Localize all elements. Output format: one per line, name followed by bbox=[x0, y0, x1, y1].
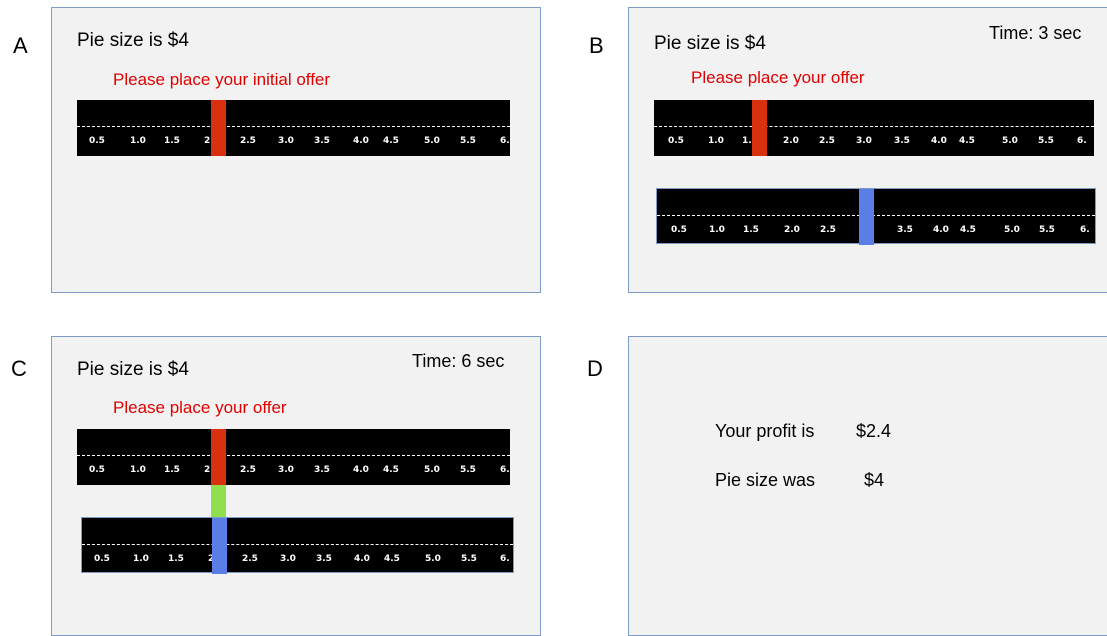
tick-label: 4.5 bbox=[959, 136, 975, 146]
slider-dashdot-line bbox=[77, 455, 510, 456]
offer-prompt: Please place your offer bbox=[691, 68, 865, 87]
tick-label: 4.5 bbox=[383, 136, 399, 146]
pie-size-label: Pie size was bbox=[715, 470, 816, 490]
tick-label: 4.5 bbox=[960, 225, 976, 235]
offer-handle[interactable] bbox=[752, 100, 767, 156]
slider-dashdot-line bbox=[657, 215, 1095, 216]
match-connector bbox=[211, 485, 226, 517]
offer-slider[interactable]: 0.5 1.0 1.5 2. 2.5 3.0 3.5 4.0 4.5 5.0 5… bbox=[77, 429, 510, 485]
tick-label: 3.0 bbox=[856, 136, 872, 146]
offer-prompt: Please place your initial offer bbox=[113, 70, 331, 89]
tick-label: 0.5 bbox=[89, 465, 105, 475]
tick-label: 3.5 bbox=[894, 136, 910, 146]
tick-label: 3.5 bbox=[316, 554, 332, 564]
slider-dashdot-line bbox=[77, 126, 510, 127]
tick-label: 3.0 bbox=[278, 465, 294, 475]
tick-label: 1.5 bbox=[168, 554, 184, 564]
profit-label: Your profit is bbox=[715, 421, 815, 441]
counter-offer-handle[interactable] bbox=[212, 518, 227, 574]
tick-label: 1.5 bbox=[164, 465, 180, 475]
tick-label: 0.5 bbox=[671, 225, 687, 235]
tick-label: 5.0 bbox=[424, 465, 440, 475]
tick-label: 2.5 bbox=[819, 136, 835, 146]
panel-letter-b: B bbox=[589, 33, 604, 58]
tick-label: 4.5 bbox=[384, 554, 400, 564]
tick-label: 6. bbox=[1080, 225, 1090, 235]
tick-label: 5.0 bbox=[1002, 136, 1018, 146]
tick-label: 6. bbox=[1077, 136, 1087, 146]
tick-label: 1.0 bbox=[130, 136, 146, 146]
tick-label: 5.5 bbox=[460, 136, 476, 146]
counter-offer-handle[interactable] bbox=[859, 189, 874, 245]
profit-value: $2.4 bbox=[856, 421, 892, 441]
counter-offer-slider[interactable]: 0.5 1.0 1.5 2 2.5 3.0 3.5 4.0 4.5 5.0 5.… bbox=[81, 517, 514, 574]
tick-label: 4.0 bbox=[353, 136, 369, 146]
tick-label: 6. bbox=[500, 136, 510, 146]
tick-label: 6. bbox=[500, 465, 510, 475]
tick-label: 2.0 bbox=[784, 225, 800, 235]
tick-label: 1.0 bbox=[133, 554, 149, 564]
tick-label: 2.5 bbox=[242, 554, 258, 564]
tick-label: 1.0 bbox=[708, 136, 724, 146]
tick-label: 0.5 bbox=[89, 136, 105, 146]
slider-dashdot-line bbox=[654, 126, 1094, 127]
tick-label: 4.5 bbox=[383, 465, 399, 475]
tick-label: 0.5 bbox=[94, 554, 110, 564]
screen-d: Your profit is $2.4 Pie size was $4 bbox=[628, 336, 1107, 636]
tick-label: 5.0 bbox=[1004, 225, 1020, 235]
timer-text: Time: 6 sec bbox=[412, 351, 505, 371]
screen-c: Pie size is $4 Please place your offer T… bbox=[51, 336, 541, 636]
tick-label: 5.0 bbox=[425, 554, 441, 564]
tick-label: 3.5 bbox=[314, 465, 330, 475]
tick-label: 1.5 bbox=[743, 225, 759, 235]
tick-label: 5.0 bbox=[424, 136, 440, 146]
tick-label: 5.5 bbox=[461, 554, 477, 564]
tick-label: 4.0 bbox=[354, 554, 370, 564]
tick-label: 1. bbox=[742, 136, 752, 146]
pie-size-value: $4 bbox=[864, 470, 885, 490]
offer-handle[interactable] bbox=[211, 100, 226, 156]
tick-label: 3.0 bbox=[278, 136, 294, 146]
tick-label: 2.5 bbox=[240, 136, 256, 146]
tick-label: 2.5 bbox=[820, 225, 836, 235]
tick-label: 2.0 bbox=[783, 136, 799, 146]
timer-text: Time: 3 sec bbox=[989, 23, 1082, 43]
tick-label: 1.5 bbox=[164, 136, 180, 146]
tick-label: 4.0 bbox=[353, 465, 369, 475]
pie-size-title: Pie size is $4 bbox=[77, 359, 189, 380]
tick-label: 3.0 bbox=[280, 554, 296, 564]
tick-label: 1.0 bbox=[130, 465, 146, 475]
slider-dashdot-line bbox=[82, 544, 513, 545]
offer-slider[interactable]: 0.5 1.0 1.5 2. 2.5 3.0 3.5 4.0 4.5 5.0 5… bbox=[77, 100, 510, 156]
tick-label: 2.5 bbox=[240, 465, 256, 475]
panel-letter-c: C bbox=[11, 356, 27, 381]
tick-label: 4.0 bbox=[931, 136, 947, 146]
offer-handle[interactable] bbox=[211, 429, 226, 485]
panel-letter-a: A bbox=[13, 33, 28, 58]
tick-label: 4.0 bbox=[933, 225, 949, 235]
offer-prompt: Please place your offer bbox=[113, 398, 287, 417]
tick-label: 3.5 bbox=[314, 136, 330, 146]
offer-slider[interactable]: 0.5 1.0 1. 2.0 2.5 3.0 3.5 4.0 4.5 5.0 5… bbox=[654, 100, 1094, 156]
tick-label: 1.0 bbox=[709, 225, 725, 235]
pie-size-title: Pie size is $4 bbox=[77, 30, 189, 51]
tick-label: 0.5 bbox=[668, 136, 684, 146]
screen-a: Pie size is $4 Please place your initial… bbox=[51, 7, 541, 293]
tick-label: 5.5 bbox=[460, 465, 476, 475]
screen-b: Pie size is $4 Please place your offer T… bbox=[628, 7, 1107, 293]
panel-letter-d: D bbox=[587, 356, 603, 381]
tick-label: 5.5 bbox=[1038, 136, 1054, 146]
tick-label: 3.5 bbox=[897, 225, 913, 235]
tick-label: 6. bbox=[500, 554, 510, 564]
counter-offer-slider[interactable]: 0.5 1.0 1.5 2.0 2.5 3.5 4.0 4.5 5.0 5.5 … bbox=[656, 188, 1096, 245]
pie-size-title: Pie size is $4 bbox=[654, 33, 766, 54]
tick-label: 5.5 bbox=[1039, 225, 1055, 235]
